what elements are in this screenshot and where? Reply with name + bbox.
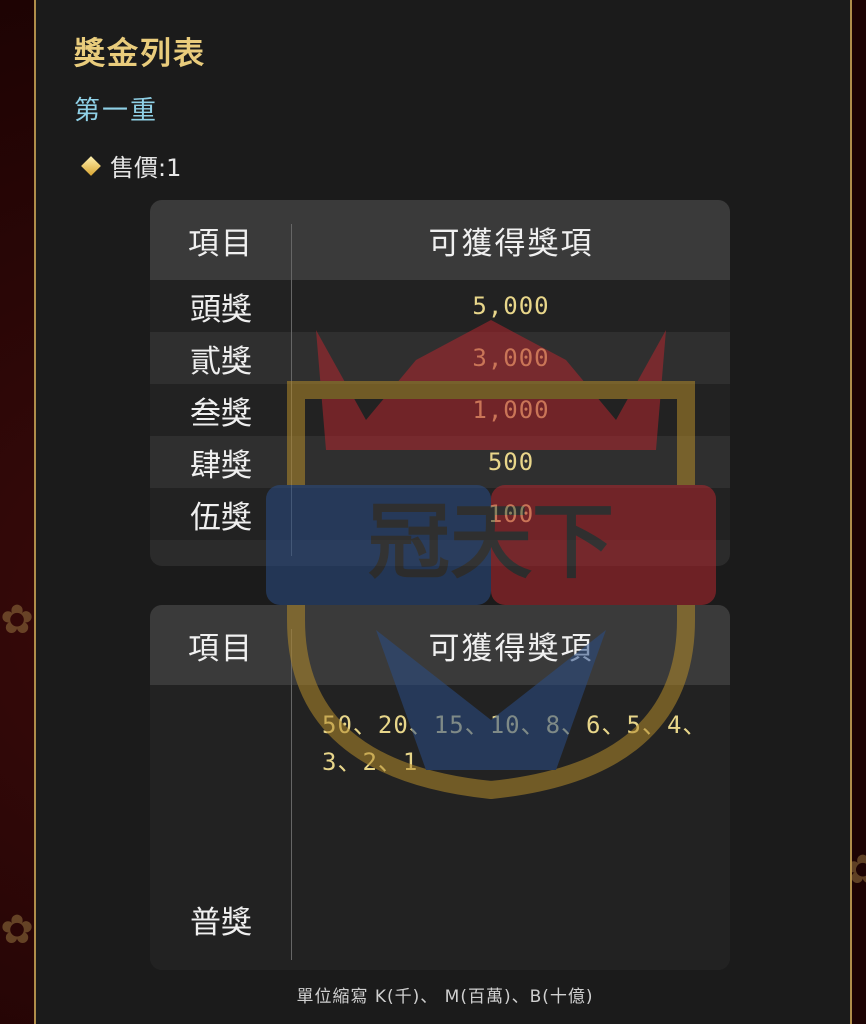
row-value: 5,000 bbox=[472, 292, 550, 320]
row-item: 伍獎 bbox=[190, 499, 252, 536]
table-row: 叁獎 1,000 bbox=[150, 384, 730, 436]
price-line: 售價:1 bbox=[78, 148, 181, 183]
row-item: 普獎 bbox=[190, 905, 252, 941]
unit-footnote: 單位縮寫 K(千)、 M(百萬)、B(十億) bbox=[296, 987, 594, 1007]
row-item: 頭獎 bbox=[190, 291, 252, 328]
page-title: 獎金列表 bbox=[74, 36, 206, 72]
flower-ornament-left-bottom: ✿ bbox=[0, 907, 34, 953]
row-item: 貳獎 bbox=[190, 343, 252, 380]
table-row: 伍獎 100 bbox=[150, 488, 730, 540]
flower-ornament-left: ✿ bbox=[0, 597, 34, 643]
prize-list-panel: 獎金列表 第一重 售價:1 項目 可獲得獎項 頭獎 5,000 貳獎 3,000 bbox=[34, 0, 852, 1024]
table-header: 項目 可獲得獎項 bbox=[150, 200, 730, 280]
row-item: 叁獎 bbox=[190, 395, 252, 432]
row-value: 500 bbox=[487, 448, 535, 476]
table-row: 貳獎 3,000 bbox=[150, 332, 730, 384]
prize-table-main: 項目 可獲得獎項 頭獎 5,000 貳獎 3,000 叁獎 1,000 肆獎 5… bbox=[150, 200, 730, 566]
background-frame: ✿ ✿ ✿ 獎金列表 第一重 售價:1 項目 可獲得獎項 頭獎 5,000 貳獎… bbox=[0, 0, 866, 1024]
row-item: 肆獎 bbox=[190, 447, 252, 484]
table-body: 頭獎 5,000 貳獎 3,000 叁獎 1,000 肆獎 500 伍獎 100 bbox=[150, 280, 730, 540]
column-header-item: 項目 bbox=[188, 630, 254, 667]
row-value: 100 bbox=[487, 500, 535, 528]
row-value: 3,000 bbox=[472, 344, 550, 372]
table-header: 項目 可獲得獎項 bbox=[150, 605, 730, 685]
price-label: 售價:1 bbox=[110, 154, 182, 182]
tier-subtitle: 第一重 bbox=[74, 96, 159, 126]
prize-table-general: 項目 可獲得獎項 普獎 50、20、15、10、8、6、5、4、3、2、1 bbox=[150, 605, 730, 970]
column-header-prize: 可獲得獎項 bbox=[428, 630, 594, 667]
table-row: 頭獎 5,000 bbox=[150, 280, 730, 332]
column-header-prize: 可獲得獎項 bbox=[428, 225, 594, 262]
row-value: 1,000 bbox=[472, 396, 550, 424]
diamond-icon bbox=[81, 155, 101, 176]
column-divider bbox=[291, 224, 292, 556]
column-divider bbox=[291, 629, 292, 960]
table-row: 肆獎 500 bbox=[150, 436, 730, 488]
column-header-item: 項目 bbox=[188, 225, 254, 262]
row-value: 50、20、15、10、8、6、5、4、3、2、1 bbox=[322, 711, 708, 776]
table-body: 普獎 50、20、15、10、8、6、5、4、3、2、1 bbox=[150, 685, 730, 970]
